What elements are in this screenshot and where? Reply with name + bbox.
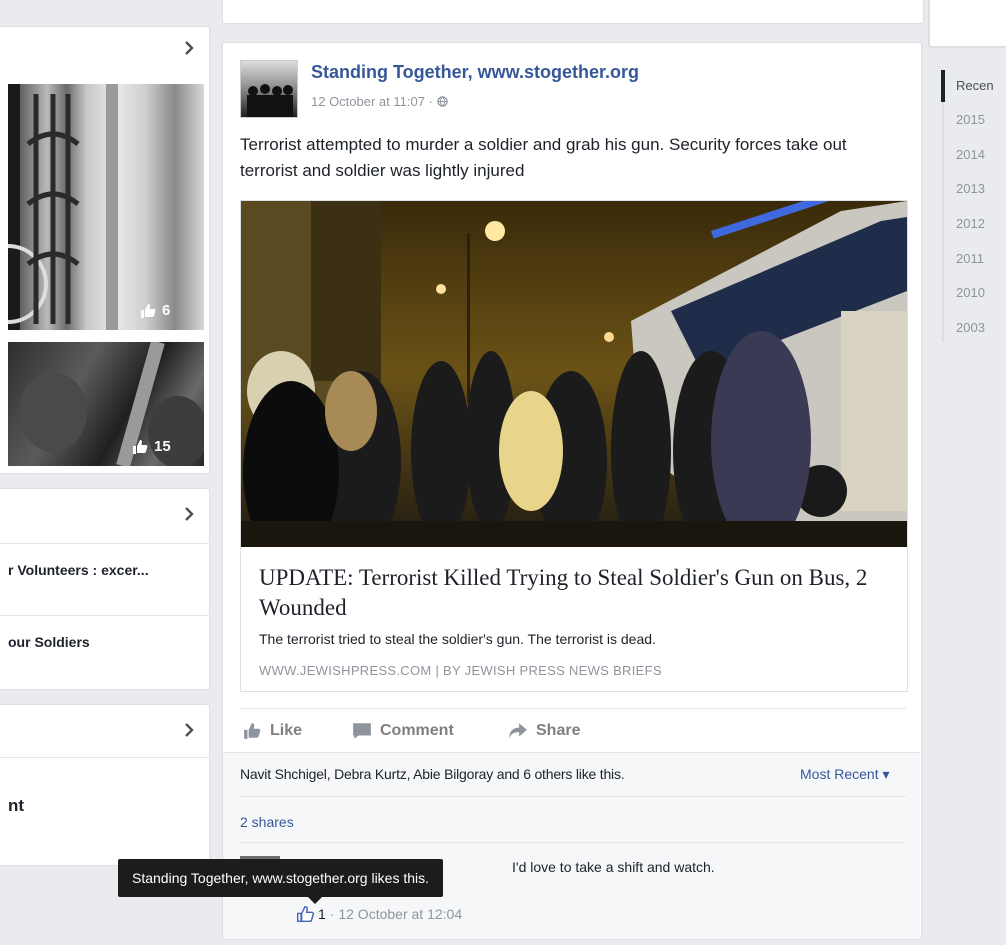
likes-summary[interactable]: Navit Shchigel, Debra Kurtz, Abie Bilgor… [240, 766, 625, 782]
likes-tooltip: Standing Together, www.stogether.org lik… [118, 859, 444, 904]
chevron-right-icon[interactable] [183, 41, 195, 55]
comment-like-count[interactable]: 1 [318, 906, 326, 922]
timeline-year-2010[interactable]: 2010 [956, 285, 985, 300]
timeline-year-2014[interactable]: 2014 [956, 147, 985, 162]
post-text: Terrorist attempted to murder a soldier … [240, 135, 847, 180]
divider [0, 615, 209, 616]
timeline-year-2015[interactable]: 2015 [956, 112, 985, 127]
photo-1-likes: 6 [140, 302, 170, 319]
photo-2-likes: 15 [132, 438, 171, 455]
top-card-fragment [222, 0, 924, 24]
link-preview-description: The terrorist tried to steal the soldier… [259, 631, 656, 647]
timeline-year-2012[interactable]: 2012 [956, 216, 985, 231]
globe-icon [436, 96, 448, 107]
divider [0, 543, 209, 544]
post-timestamp-text: 12 October at 11:07 · [311, 94, 437, 109]
timeline-active-marker [941, 70, 945, 102]
timeline-year-2013[interactable]: 2013 [956, 181, 985, 196]
like-label: Like [270, 722, 303, 739]
page-name-link[interactable]: Standing Together, www.stogether.org [311, 62, 639, 83]
timeline-recent[interactable]: Recen [956, 78, 994, 93]
like-button[interactable]: Like [242, 722, 302, 740]
left-card-text[interactable]: nt [8, 796, 24, 816]
page-avatar[interactable] [240, 60, 298, 118]
comment-label: Comment [380, 722, 454, 739]
right-box-fragment [928, 0, 1006, 48]
thumbs-up-icon [141, 303, 156, 318]
photo-2-artwork [19, 342, 204, 466]
sort-comments-dropdown[interactable]: Most Recent ▾ [800, 766, 890, 783]
divider [240, 842, 906, 843]
comment-icon [353, 723, 371, 739]
photo-thumbnail-1[interactable]: 6 [8, 84, 204, 330]
share-label: Share [536, 722, 581, 739]
divider [240, 796, 906, 797]
link-preview-source: WWW.JEWISHPRESS.COM | BY JEWISH PRESS NE… [259, 663, 662, 678]
left-link-item[interactable]: r Volunteers : excer... [8, 562, 149, 578]
comment-button[interactable]: Comment [352, 722, 454, 740]
comment-meta: 1 · 12 October at 12:04 [296, 905, 462, 923]
thumbs-up-icon [244, 723, 261, 739]
post-timestamp[interactable]: 12 October at 11:07 · [311, 94, 448, 109]
link-preview[interactable]: UPDATE: Terrorist Killed Trying to Steal… [240, 200, 908, 692]
left-link-item[interactable]: our Soldiers [8, 634, 90, 650]
photo-1-artwork [8, 84, 118, 330]
avatar-artwork [247, 84, 293, 117]
share-button[interactable]: Share [508, 722, 580, 740]
photo-2-like-count: 15 [154, 438, 171, 455]
photo-1-like-count: 6 [162, 302, 171, 319]
comment-text: I'd love to take a shift and watch. [512, 859, 715, 875]
thumbs-up-outline-icon[interactable] [296, 905, 314, 923]
divider [0, 757, 209, 758]
divider [240, 708, 906, 709]
left-bottom-card [0, 704, 210, 866]
chevron-right-icon[interactable] [183, 723, 195, 737]
link-preview-title[interactable]: UPDATE: Terrorist Killed Trying to Steal… [259, 563, 889, 623]
timeline-track [942, 70, 944, 342]
share-icon [509, 723, 527, 739]
chevron-right-icon[interactable] [183, 507, 195, 521]
thumbs-up-icon [133, 439, 148, 454]
comment-timestamp[interactable]: · 12 October at 12:04 [330, 906, 462, 922]
shares-link[interactable]: 2 shares [240, 814, 294, 830]
photo-thumbnail-2[interactable]: 15 [8, 342, 204, 466]
left-links-card [0, 488, 210, 690]
link-preview-image [241, 201, 907, 547]
timeline-year-2003[interactable]: 2003 [956, 320, 985, 335]
timeline-year-2011[interactable]: 2011 [956, 251, 984, 266]
